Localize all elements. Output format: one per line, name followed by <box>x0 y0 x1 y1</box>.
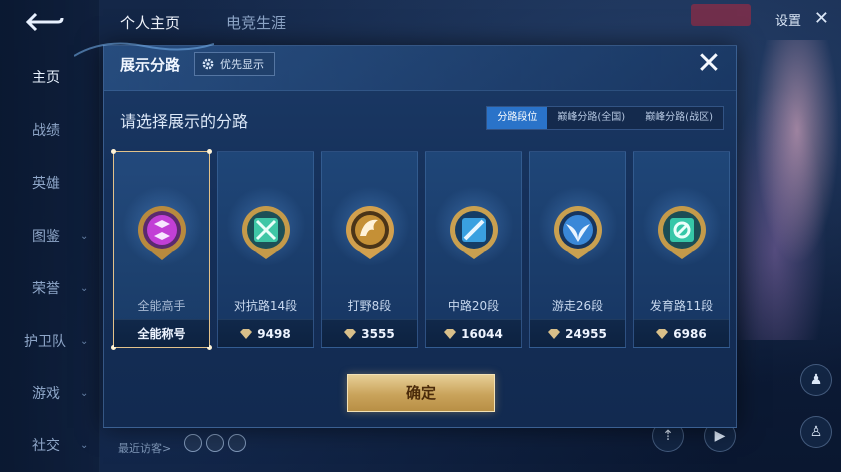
sidebar-item-label: 社交 <box>32 438 60 454</box>
lane-value: 24955 <box>565 326 607 341</box>
sidebar-item-label: 荣誉 <box>32 281 60 297</box>
roam-emblem-icon <box>554 206 602 259</box>
gear-icon <box>202 58 214 70</box>
tab-profile[interactable]: 个人主页 <box>120 12 180 33</box>
tab-esports-career[interactable]: 电竞生涯 <box>226 12 286 33</box>
sidebar-nav: 主页 战绩 英雄 图鉴 ⌄ 荣誉 ⌄ 护卫队 ⌄ 游戏 ⌄ 社交 ⌄ <box>0 0 100 472</box>
recent-visitors-label[interactable]: 最近访客> <box>118 440 171 456</box>
action-button[interactable]: ♟ <box>800 364 832 396</box>
sidebar-item-heroes[interactable]: 英雄 <box>0 168 100 198</box>
settings-button[interactable]: 设置 <box>775 10 801 29</box>
lane-value-row: 3555 <box>322 319 417 347</box>
lane-value: 16044 <box>461 326 503 341</box>
farm-lane-emblem-icon <box>658 206 706 259</box>
route-display-dialog: 展示分路 优先显示 ✕ 请选择展示的分路 分路段位 巅峰分路(全国) 巅峰分路(… <box>74 42 737 428</box>
back-arrow-icon <box>25 12 64 32</box>
hero-artwork <box>731 40 841 340</box>
lane-value: 全能称号 <box>137 327 186 341</box>
sidebar-item-label: 英雄 <box>32 176 60 192</box>
avatar[interactable] <box>228 434 246 452</box>
chevron-down-icon: ⌄ <box>80 335 89 347</box>
diamond-icon <box>240 328 253 339</box>
mid-lane-emblem-icon <box>450 206 498 259</box>
corner-marker <box>111 149 116 154</box>
sidebar-item-label: 主页 <box>32 70 60 86</box>
lane-name: 中路20段 <box>447 299 500 313</box>
priority-label: 优先显示 <box>220 58 264 71</box>
close-page-icon[interactable]: ✕ <box>814 8 829 29</box>
lane-name: 游走26段 <box>551 299 604 313</box>
segment-tabs: 分路段位 巅峰分路(全国) 巅峰分路(战区) <box>486 106 724 130</box>
avatar[interactable] <box>184 434 202 452</box>
lane-name: 对抗路14段 <box>233 299 298 313</box>
tab-peak-national[interactable]: 巅峰分路(全国) <box>547 107 636 129</box>
lane-value-row: 6986 <box>634 319 729 347</box>
dialog-title: 展示分路 <box>120 56 181 74</box>
diamond-icon <box>548 328 561 339</box>
select-prompt: 请选择展示的分路 <box>120 112 249 131</box>
diamond-icon <box>656 328 669 339</box>
close-icon[interactable]: ✕ <box>694 49 724 80</box>
sidebar-item-guard[interactable]: 护卫队 ⌄ <box>0 326 100 356</box>
lane-value-row: 9498 <box>218 319 313 347</box>
sidebar-item-social[interactable]: 社交 ⌄ <box>0 430 100 460</box>
lane-value: 3555 <box>361 326 395 341</box>
diamond-icon <box>444 328 457 339</box>
sidebar-item-label: 游戏 <box>32 386 60 402</box>
pose-button[interactable]: ♙ <box>800 416 832 448</box>
priority-display-button[interactable]: 优先显示 <box>194 52 275 76</box>
recent-visitor-avatars <box>184 434 246 452</box>
lane-value-row: 24955 <box>530 319 625 347</box>
chevron-down-icon: ⌄ <box>80 387 89 399</box>
lane-name: 发育路11段 <box>649 299 714 313</box>
lane-card-roam[interactable]: 游走26段 24955 <box>529 151 626 348</box>
lane-card-mid[interactable]: 中路20段 16044 <box>425 151 522 348</box>
chevron-down-icon: ⌄ <box>80 282 89 294</box>
avatar[interactable] <box>206 434 224 452</box>
diamond-icon <box>344 328 357 339</box>
corner-marker <box>207 149 212 154</box>
lane-card-allround[interactable]: 全能高手 全能称号 <box>111 149 212 350</box>
notification-badge[interactable] <box>691 4 751 26</box>
sidebar-item-honor[interactable]: 荣誉 ⌄ <box>0 273 100 303</box>
lane-name: 打野8段 <box>347 299 392 313</box>
allround-emblem-icon <box>138 206 186 260</box>
clash-lane-emblem-icon <box>242 206 290 259</box>
lane-card-jungle[interactable]: 打野8段 3555 <box>321 151 418 348</box>
sidebar-item-codex[interactable]: 图鉴 ⌄ <box>0 221 100 251</box>
sidebar-item-games[interactable]: 游戏 ⌄ <box>0 378 100 408</box>
confirm-button[interactable]: 确定 <box>347 374 495 412</box>
sidebar-item-label: 战绩 <box>32 123 60 139</box>
lane-value: 9498 <box>257 326 291 341</box>
lane-value: 6986 <box>673 326 707 341</box>
sidebar-item-label: 护卫队 <box>24 334 66 350</box>
lane-value-row: 16044 <box>426 319 521 347</box>
tab-lane-rank[interactable]: 分路段位 <box>487 107 548 129</box>
sidebar-item-label: 图鉴 <box>32 229 60 245</box>
chevron-down-icon: ⌄ <box>80 230 89 242</box>
jungle-emblem-icon <box>346 206 394 259</box>
lane-name: 全能高手 <box>137 299 186 313</box>
sidebar-item-records[interactable]: 战绩 <box>0 115 100 145</box>
lane-card-clash[interactable]: 对抗路14段 9498 <box>217 151 314 348</box>
tab-peak-region[interactable]: 巅峰分路(战区) <box>635 107 723 129</box>
chevron-down-icon: ⌄ <box>80 439 89 451</box>
lane-value-row: 全能称号 <box>114 319 209 347</box>
lane-card-farm[interactable]: 发育路11段 6986 <box>633 151 730 348</box>
back-button[interactable] <box>22 10 66 34</box>
sidebar-item-home[interactable]: 主页 <box>0 62 100 92</box>
